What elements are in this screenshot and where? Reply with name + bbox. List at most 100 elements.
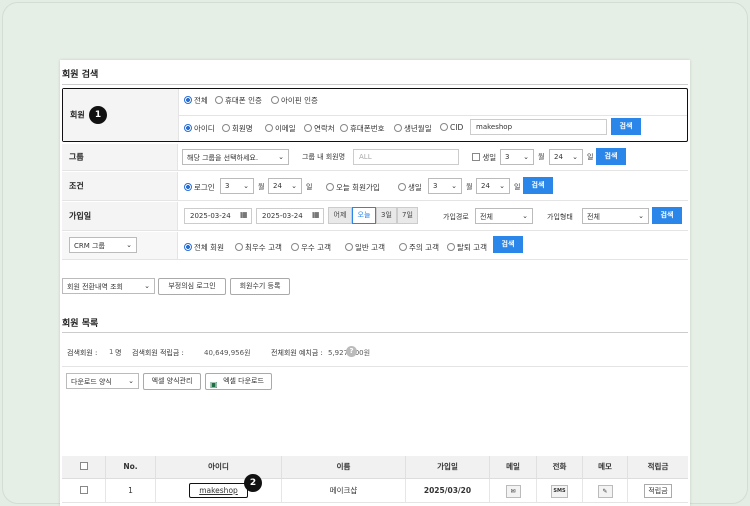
join-row-label-cell: 가입일 <box>62 202 178 230</box>
radio-icon <box>447 243 455 251</box>
row-name: 메이크샵 <box>282 479 406 503</box>
history-select[interactable]: 회원 전환내역 조회 ⌄ <box>62 278 155 294</box>
group-member-input[interactable]: ALL <box>353 149 459 165</box>
row-checkbox[interactable] <box>62 479 106 503</box>
preset-yesterday-button[interactable]: 어제 <box>328 207 352 224</box>
condition-search-button[interactable]: 검색 <box>523 177 553 194</box>
auth-option-phone[interactable]: 휴대폰 인증 <box>215 95 262 106</box>
field-option-birthdate[interactable]: 생년월일 <box>394 123 432 134</box>
condition-login-option[interactable]: 로그인 <box>184 182 215 193</box>
member-row-label: 회원 <box>70 110 85 120</box>
radio-icon <box>215 96 223 104</box>
radio-icon <box>345 243 353 251</box>
condition-today-join-option[interactable]: 오늘 회원가입 <box>326 182 380 193</box>
condition-day2-select[interactable]: 24 ⌄ <box>476 178 510 194</box>
chevron-down-icon: ⌄ <box>243 182 249 190</box>
chevron-down-icon: ⌄ <box>572 153 578 161</box>
member-keyword-input[interactable]: makeshop <box>470 119 607 135</box>
crm-option-good[interactable]: 우수 고객 <box>291 242 331 253</box>
callout-badge-2: 2 <box>244 474 262 492</box>
header-memo: 메모 <box>583 456 628 478</box>
group-day-select[interactable]: 24 ⌄ <box>549 149 583 165</box>
chevron-down-icon: ⌄ <box>451 182 457 190</box>
list-title-divider <box>62 332 688 333</box>
row-phone-cell: SMS <box>537 479 583 503</box>
condition-birthday-option[interactable]: 생일 <box>398 182 422 193</box>
chevron-down-icon: ⌄ <box>522 212 528 220</box>
member-search-button[interactable]: 검색 <box>611 118 641 135</box>
chevron-down-icon: ⌄ <box>638 212 644 220</box>
row-id-cell: makeshop <box>156 479 282 503</box>
auth-option-all[interactable]: 전체 <box>184 95 208 106</box>
radio-icon <box>398 183 406 191</box>
help-icon[interactable]: ? <box>346 346 357 357</box>
chevron-down-icon: ⌄ <box>144 282 150 290</box>
crm-option-all[interactable]: 전체 회원 <box>184 242 224 253</box>
chevron-down-icon: ⌄ <box>126 241 132 249</box>
download-format-select[interactable]: 다운로드 양식 ⌄ <box>66 373 139 389</box>
checkbox-icon <box>79 462 88 470</box>
preset-3days-button[interactable]: 3일 <box>376 207 397 224</box>
group-select[interactable]: 해당 그룹을 선택하세요. ⌄ <box>182 149 289 165</box>
excel-format-manage-button[interactable]: 엑셀 양식관리 <box>143 373 201 390</box>
crm-option-withdrawn[interactable]: 탈퇴 고객 <box>447 242 487 253</box>
field-option-id[interactable]: 아이디 <box>184 123 215 134</box>
radio-icon <box>340 124 348 132</box>
crm-option-caution[interactable]: 주의 고객 <box>399 242 439 253</box>
header-joined: 가입일 <box>406 456 490 478</box>
preset-7days-button[interactable]: 7일 <box>397 207 418 224</box>
radio-icon <box>184 124 192 132</box>
condition-month-select[interactable]: 3 ⌄ <box>220 178 254 194</box>
member-list-title: 회원 목록 <box>62 319 99 329</box>
crm-option-vip[interactable]: 최우수 고객 <box>235 242 282 253</box>
preset-today-button[interactable]: 오늘 <box>352 207 376 224</box>
search-points-label: 검색회원 적립금 : <box>132 349 184 357</box>
join-route-label: 가입경로 <box>443 213 469 221</box>
crm-option-normal[interactable]: 일반 고객 <box>345 242 385 253</box>
radio-icon <box>184 183 192 191</box>
condition-day-select[interactable]: 24 ⌄ <box>268 178 302 194</box>
radio-icon <box>271 96 279 104</box>
group-search-button[interactable]: 검색 <box>596 148 626 165</box>
sms-button[interactable]: SMS <box>551 484 568 498</box>
calendar-icon[interactable]: ▦ <box>240 210 248 219</box>
member-row-label-cell: 회원 <box>63 89 179 141</box>
field-option-contact[interactable]: 연락처 <box>304 123 335 134</box>
join-search-button[interactable]: 검색 <box>652 207 682 224</box>
join-type-select[interactable]: 전체 ⌄ <box>582 208 649 224</box>
callout-badge-1: 1 <box>89 106 107 124</box>
field-option-email[interactable]: 이메일 <box>265 123 296 134</box>
crm-group-select[interactable]: CRM 그룹 ⌄ <box>69 237 137 253</box>
condition-month2-select[interactable]: 3 ⌄ <box>428 178 462 194</box>
row-id-link[interactable]: makeshop <box>189 483 248 498</box>
checkbox-icon <box>472 153 480 161</box>
pencil-icon[interactable]: ✎ <box>597 484 613 498</box>
group-birthday-checkbox[interactable]: 생일 <box>472 152 496 163</box>
crm-search-button[interactable]: 검색 <box>493 236 523 253</box>
deposit-label: 전체회원 예치금 : <box>271 349 323 357</box>
search-count-unit: 명 <box>115 349 122 357</box>
row-mail-cell: ✉ <box>490 479 537 503</box>
header-select-all[interactable] <box>62 456 106 478</box>
group-month-select[interactable]: 3 ⌄ <box>500 149 534 165</box>
points-button[interactable]: 적립금 <box>644 484 672 498</box>
field-option-cid[interactable]: CID <box>440 123 463 132</box>
radio-icon <box>394 124 402 132</box>
calendar-icon[interactable]: ▦ <box>312 210 320 219</box>
row-points-cell: 적립금 <box>628 479 688 503</box>
header-no: No. <box>106 456 156 478</box>
suspicious-login-button[interactable]: 부정의심 로그인 <box>158 278 226 295</box>
excel-download-button[interactable]: ▣ 엑셀 다운로드 <box>205 373 272 390</box>
auth-option-ipin[interactable]: 아이핀 인증 <box>271 95 318 106</box>
group-day-unit: 일 <box>587 153 594 161</box>
mail-icon[interactable]: ✉ <box>505 484 521 498</box>
radio-icon <box>399 243 407 251</box>
group-month-unit: 월 <box>538 153 545 161</box>
field-option-name[interactable]: 회원명 <box>222 123 253 134</box>
manual-register-button[interactable]: 회원수기 등록 <box>230 278 290 295</box>
header-id: 아이디 <box>156 456 282 478</box>
group-row-label-cell: 그룹 <box>62 144 178 170</box>
field-option-mobile[interactable]: 휴대폰번호 <box>340 123 385 134</box>
join-route-select[interactable]: 전체 ⌄ <box>475 208 533 224</box>
radio-icon <box>291 243 299 251</box>
